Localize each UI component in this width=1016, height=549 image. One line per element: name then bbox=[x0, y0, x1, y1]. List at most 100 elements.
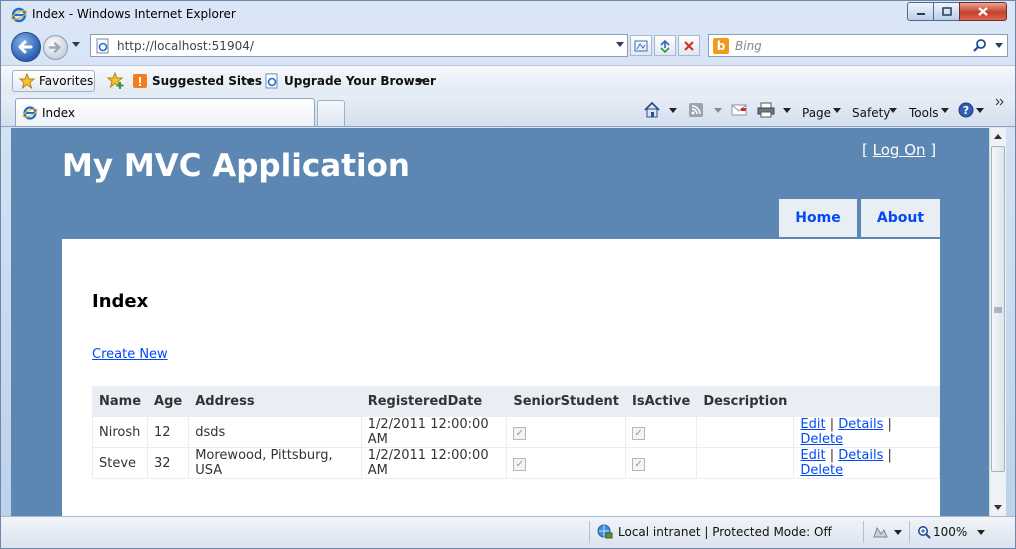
cell-is-active: ✓ bbox=[625, 447, 698, 479]
action-separator: | bbox=[887, 417, 892, 432]
cell-address: Morewood, Pittsburg, USA bbox=[188, 447, 362, 479]
favorites-bar: Favorites Suggested Sites Upgrade Your B… bbox=[1, 65, 1015, 95]
rss-feed-icon[interactable] bbox=[688, 102, 704, 118]
vertical-scrollbar[interactable] bbox=[989, 128, 1006, 516]
add-to-favorites-icon[interactable] bbox=[107, 72, 125, 90]
status-bar: Local intranet | Protected Mode: Off 100… bbox=[1, 516, 1015, 548]
forward-button[interactable] bbox=[43, 35, 68, 60]
new-tab-button[interactable] bbox=[317, 100, 345, 126]
back-button[interactable] bbox=[11, 32, 41, 62]
print-dropdown-icon[interactable] bbox=[783, 108, 791, 114]
safety-menu-dropdown-icon[interactable] bbox=[889, 108, 897, 114]
search-box[interactable]: b Bing bbox=[708, 34, 1008, 57]
address-bar[interactable]: http://localhost:51904/ bbox=[90, 34, 628, 57]
mail-icon[interactable] bbox=[731, 103, 747, 117]
home-dropdown-icon[interactable] bbox=[669, 108, 677, 114]
is-active-checkbox: ✓ bbox=[632, 457, 646, 471]
back-arrow-icon bbox=[18, 40, 33, 54]
column-header-senior-student: SeniorStudent bbox=[506, 386, 627, 417]
cell-age: 32 bbox=[147, 447, 190, 479]
scroll-up-button[interactable] bbox=[990, 128, 1006, 145]
cell-name: Nirosh bbox=[91, 416, 149, 448]
column-header-registered-date: RegisteredDate bbox=[360, 386, 508, 417]
compatibility-view-icon bbox=[634, 40, 648, 51]
senior-student-checkbox: ✓ bbox=[513, 457, 527, 471]
magnifier-icon[interactable] bbox=[972, 38, 988, 54]
delete-link[interactable]: Delete bbox=[800, 463, 843, 478]
chevron-overflow-icon[interactable] bbox=[995, 98, 1005, 106]
status-separator bbox=[909, 521, 910, 543]
senior-student-checkbox: ✓ bbox=[513, 426, 527, 440]
printer-icon[interactable] bbox=[757, 102, 775, 118]
menu-about-link[interactable]: About bbox=[861, 199, 940, 237]
title-bar: Index - Windows Internet Explorer bbox=[1, 1, 1015, 29]
svg-text:?: ? bbox=[963, 104, 969, 117]
page-title: Index bbox=[92, 291, 149, 312]
scroll-up-arrow-icon bbox=[994, 134, 1002, 139]
suggested-sites-icon bbox=[133, 74, 147, 88]
zoom-icon[interactable] bbox=[917, 525, 931, 539]
ie-page-icon bbox=[22, 106, 38, 120]
upgrade-browser-link[interactable]: Upgrade Your Browser bbox=[284, 74, 436, 88]
column-header-age: Age bbox=[147, 386, 190, 417]
safety-menu[interactable]: Safety bbox=[852, 106, 890, 120]
recent-pages-dropdown-icon[interactable] bbox=[71, 41, 81, 49]
favorites-star-icon bbox=[19, 73, 35, 89]
scroll-thumb[interactable] bbox=[991, 146, 1005, 472]
popup-blocker-icon[interactable] bbox=[872, 525, 888, 539]
delete-link[interactable]: Delete bbox=[800, 432, 843, 447]
logon-area: [ Log On ] bbox=[862, 141, 936, 159]
scroll-grip-icon bbox=[994, 307, 1002, 313]
minimize-icon bbox=[916, 12, 925, 15]
address-dropdown-icon[interactable] bbox=[615, 41, 625, 49]
details-link[interactable]: Details bbox=[838, 448, 883, 463]
zoom-dropdown-icon[interactable] bbox=[977, 530, 985, 536]
refresh-icon bbox=[660, 39, 670, 53]
tools-menu-dropdown-icon[interactable] bbox=[941, 108, 949, 114]
suggested-sites-dropdown-icon[interactable] bbox=[246, 79, 254, 85]
compatibility-view-button[interactable] bbox=[630, 35, 652, 56]
upgrade-browser-dropdown-icon[interactable] bbox=[416, 79, 424, 85]
page-menu-dropdown-icon[interactable] bbox=[833, 108, 841, 114]
ie-page-icon bbox=[265, 73, 278, 89]
tab-label: Index bbox=[42, 106, 76, 120]
logon-bracket-close: ] bbox=[930, 141, 937, 159]
stop-button[interactable] bbox=[678, 35, 700, 56]
rss-dropdown-icon[interactable] bbox=[714, 108, 722, 114]
tools-menu[interactable]: Tools bbox=[909, 106, 939, 120]
maximize-button[interactable] bbox=[933, 2, 960, 21]
page-menu[interactable]: Page bbox=[802, 106, 831, 120]
zoom-level[interactable]: 100% bbox=[933, 525, 967, 539]
favorites-button[interactable]: Favorites bbox=[12, 70, 95, 92]
column-header-description: Description bbox=[696, 386, 795, 417]
column-header-address: Address bbox=[188, 386, 362, 417]
browser-window: Index - Windows Internet Explorer http:/… bbox=[0, 0, 1016, 549]
scroll-down-button[interactable] bbox=[990, 499, 1006, 516]
create-new-link[interactable]: Create New bbox=[92, 347, 168, 362]
help-dropdown-icon[interactable] bbox=[976, 108, 984, 114]
search-dropdown-icon[interactable] bbox=[994, 42, 1004, 50]
menu-home-link[interactable]: Home bbox=[779, 199, 857, 237]
main-content: Index Create New Name Age Address Regist… bbox=[62, 239, 940, 516]
minimize-button[interactable] bbox=[907, 2, 934, 21]
home-icon[interactable] bbox=[643, 101, 661, 119]
table-header-row: Name Age Address RegisteredDate SeniorSt… bbox=[91, 386, 940, 417]
edit-link[interactable]: Edit bbox=[800, 448, 825, 463]
window-title: Index - Windows Internet Explorer bbox=[32, 7, 236, 21]
edit-link[interactable]: Edit bbox=[800, 417, 825, 432]
cell-senior-student: ✓ bbox=[506, 416, 627, 448]
details-link[interactable]: Details bbox=[838, 417, 883, 432]
column-header-name: Name bbox=[91, 386, 149, 417]
stop-icon bbox=[684, 40, 694, 51]
close-button[interactable] bbox=[959, 2, 1007, 21]
logon-link[interactable]: Log On bbox=[873, 141, 926, 159]
table-row: Steve 32 Morewood, Pittsburg, USA 1/2/20… bbox=[91, 447, 940, 479]
cell-name: Steve bbox=[91, 447, 149, 479]
refresh-button[interactable] bbox=[654, 35, 676, 56]
help-icon[interactable]: ? bbox=[958, 102, 974, 118]
address-text[interactable]: http://localhost:51904/ bbox=[117, 39, 254, 53]
forward-arrow-icon bbox=[48, 42, 61, 53]
tab-index[interactable]: Index bbox=[15, 98, 315, 126]
bing-logo-icon: b bbox=[713, 38, 729, 54]
popup-blocker-dropdown-icon[interactable] bbox=[894, 530, 902, 536]
